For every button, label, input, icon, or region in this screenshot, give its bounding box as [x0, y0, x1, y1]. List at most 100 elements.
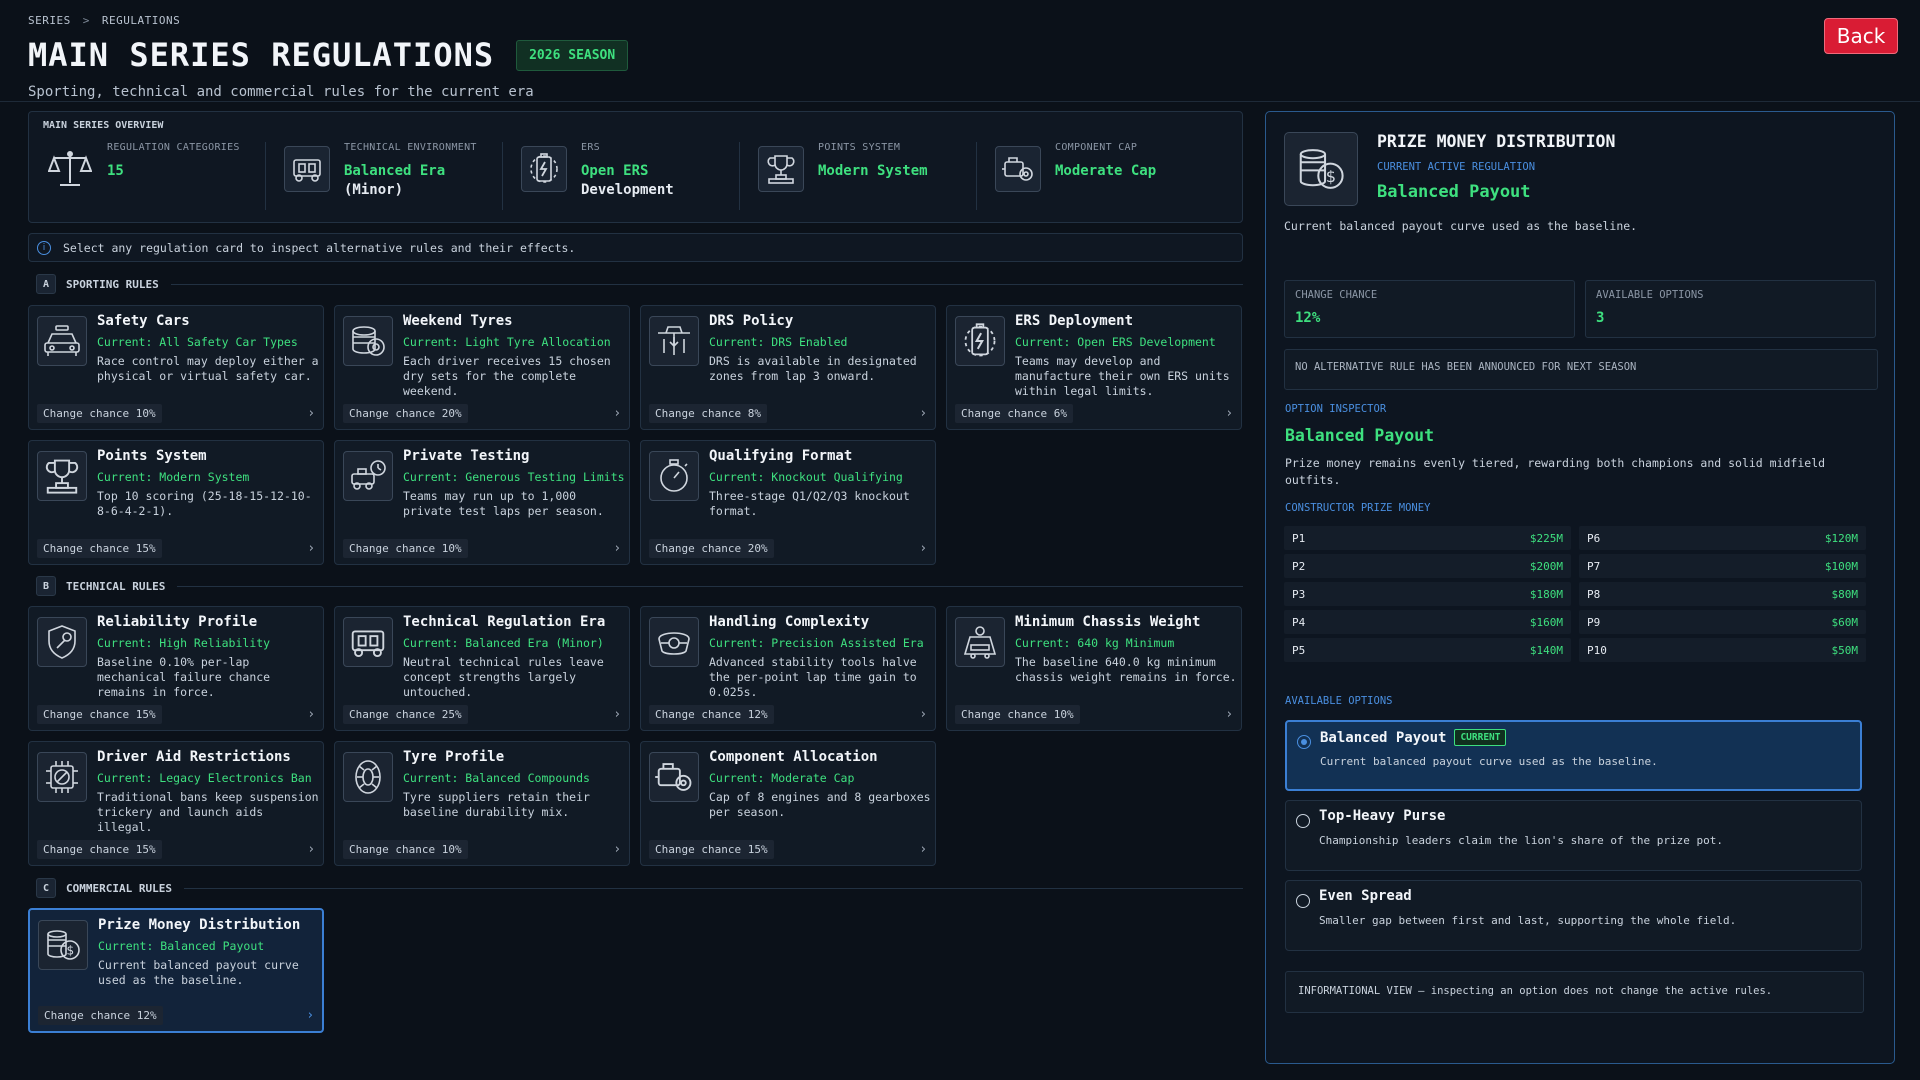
regulation-card-handling-complexity[interactable]: Handling Complexity Current: Precision A… — [640, 606, 936, 731]
change-chance-badge: Change chance 15% — [37, 840, 162, 859]
regulation-card-component-allocation[interactable]: Component Allocation Current: Moderate C… — [640, 741, 936, 866]
option-title: Top-Heavy Purse — [1319, 808, 1446, 824]
steering-wheel-icon — [649, 617, 699, 667]
card-title: Weekend Tyres — [403, 313, 513, 329]
change-chance-badge: Change chance 12% — [649, 705, 774, 724]
card-current: Current: Light Tyre Allocation — [403, 335, 611, 349]
prize-row: P1 $225M — [1284, 526, 1571, 550]
breadcrumb-series[interactable]: SERIES — [28, 14, 71, 27]
option-inspector-label: OPTION INSPECTOR — [1285, 403, 1387, 415]
header-divider — [0, 101, 1920, 102]
detail-active-value: Balanced Payout — [1377, 182, 1531, 202]
option-even-spread[interactable]: Even Spread Smaller gap between first an… — [1285, 880, 1862, 951]
prize-position: P7 — [1587, 559, 1601, 573]
back-button[interactable]: Back — [1824, 18, 1898, 54]
section-title: TECHNICAL RULES — [66, 579, 166, 593]
svg-text:$: $ — [67, 944, 75, 958]
change-chance-stat: CHANGE CHANCE 12% — [1284, 280, 1575, 338]
prize-amount: $200M — [1529, 559, 1563, 573]
overview-value-line2: Development — [581, 182, 674, 198]
chevron-right-icon: › — [307, 1008, 313, 1023]
chevron-right-icon: › — [614, 842, 620, 857]
radio-button[interactable] — [1296, 814, 1310, 828]
card-current: Current: Balanced Payout — [98, 939, 265, 953]
change-chance-badge: Change chance 8% — [649, 404, 767, 423]
option-title: Even Spread — [1319, 888, 1412, 904]
overview-value-line2: (Minor) — [344, 182, 404, 198]
option-inspector-name: Balanced Payout — [1285, 426, 1435, 445]
regulation-card-points-system[interactable]: Points System Current: Modern System Top… — [28, 440, 324, 565]
regulation-card-reliability-profile[interactable]: Reliability Profile Current: High Reliab… — [28, 606, 324, 731]
card-description: The baseline 640.0 kg minimum chassis we… — [1015, 655, 1237, 684]
regulation-card-weekend-tyres[interactable]: Weekend Tyres Current: Light Tyre Alloca… — [334, 305, 630, 430]
radio-button[interactable] — [1296, 894, 1310, 908]
overview-item-points: POINTS SYSTEM Modern System — [740, 142, 977, 210]
card-description: Cap of 8 engines and 8 gearboxes per sea… — [709, 790, 931, 819]
card-current: Current: Generous Testing Limits — [403, 470, 625, 484]
card-title: Driver Aid Restrictions — [97, 749, 291, 765]
regulation-card-private-testing[interactable]: Private Testing Current: Generous Testin… — [334, 440, 630, 565]
radio-button[interactable] — [1297, 735, 1311, 749]
change-chance-badge: Change chance 20% — [343, 404, 468, 423]
regulation-card-driver-aid-restrictions[interactable]: Driver Aid Restrictions Current: Legacy … — [28, 741, 324, 866]
regulation-card-technical-era[interactable]: Technical Regulation Era Current: Balanc… — [334, 606, 630, 731]
money-icon: $ — [38, 920, 88, 970]
card-title: Tyre Profile — [403, 749, 505, 765]
prize-position: P4 — [1292, 615, 1306, 629]
page-subtitle: Sporting, technical and commercial rules… — [28, 84, 534, 100]
overview-value: Modern System — [818, 163, 928, 179]
overview-label: TECHNICAL ENVIRONMENT — [344, 142, 477, 153]
regulation-card-drs-policy[interactable]: DRS Policy Current: DRS Enabled DRS is a… — [640, 305, 936, 430]
card-title: ERS Deployment — [1015, 313, 1134, 329]
prize-amount: $225M — [1529, 531, 1563, 545]
regulation-card-minimum-chassis-weight[interactable]: Minimum Chassis Weight Current: 640 kg M… — [946, 606, 1242, 731]
regulation-card-tyre-profile[interactable]: Tyre Profile Current: Balanced Compounds… — [334, 741, 630, 866]
section-divider — [183, 887, 1243, 889]
prize-position: P6 — [1587, 531, 1601, 545]
chevron-right-icon: › — [1226, 406, 1232, 421]
overview-value: Moderate Cap — [1055, 163, 1157, 179]
regulation-card-ers-deployment[interactable]: ERS Deployment Current: Open ERS Develop… — [946, 305, 1242, 430]
regulation-card-safety-cars[interactable]: Safety Cars Current: All Safety Car Type… — [28, 305, 324, 430]
card-title: Private Testing — [403, 448, 530, 464]
drs-icon — [649, 316, 699, 366]
regulation-card-prize-money[interactable]: $ Prize Money Distribution Current: Bala… — [28, 908, 324, 1033]
info-bar: i Select any regulation card to inspect … — [28, 233, 1243, 262]
testing-icon — [343, 451, 393, 501]
option-balanced-payout[interactable]: Balanced Payout CURRENT Current balanced … — [1285, 720, 1862, 791]
safety-car-icon — [37, 316, 87, 366]
section-header-technical: B TECHNICAL RULES — [28, 576, 1243, 596]
breadcrumb: SERIES > REGULATIONS — [28, 14, 180, 27]
prize-row: P4 $160M — [1284, 610, 1571, 634]
card-current: Current: Knockout Qualifying — [709, 470, 903, 484]
card-description: Baseline 0.10% per-lap mechanical failur… — [97, 655, 271, 699]
prize-row: P2 $200M — [1284, 554, 1571, 578]
prize-row: P7 $100M — [1579, 554, 1866, 578]
card-current: Current: Legacy Electronics Ban — [97, 771, 312, 785]
chevron-right-icon: › — [920, 541, 926, 556]
regulation-card-qualifying-format[interactable]: Qualifying Format Current: Knockout Qual… — [640, 440, 936, 565]
breadcrumb-separator: > — [82, 14, 90, 27]
overview-value: Balanced Era — [344, 163, 446, 179]
chassis-icon — [284, 146, 330, 192]
next-season-notice: NO ALTERNATIVE RULE HAS BEEN ANNOUNCED F… — [1284, 349, 1878, 390]
prize-row: P6 $120M — [1579, 526, 1866, 550]
informational-note: INFORMATIONAL VIEW — inspecting an optio… — [1285, 971, 1864, 1013]
option-description: Championship leaders claim the lion's sh… — [1319, 834, 1723, 847]
stat-label: AVAILABLE OPTIONS — [1596, 289, 1704, 301]
prize-position: P5 — [1292, 643, 1306, 657]
card-current: Current: All Safety Car Types — [97, 335, 298, 349]
card-description: Tyre suppliers retain their baseline dur… — [403, 790, 590, 819]
prize-money-label: CONSTRUCTOR PRIZE MONEY — [1285, 502, 1431, 514]
overview-item-ers: ERS Open ERS Development — [503, 142, 740, 210]
card-description: Teams may run up to 1,000 private test l… — [403, 489, 604, 518]
prize-position: P2 — [1292, 559, 1306, 573]
card-current: Current: Precision Assisted Era — [709, 636, 924, 650]
card-current: Current: Moderate Cap — [709, 771, 855, 785]
chevron-right-icon: › — [308, 406, 314, 421]
prize-amount: $180M — [1529, 587, 1563, 601]
option-top-heavy-purse[interactable]: Top-Heavy Purse Championship leaders cla… — [1285, 800, 1862, 871]
section-title: COMMERCIAL RULES — [66, 881, 172, 895]
section-header-sporting: A SPORTING RULES — [28, 274, 1243, 294]
info-text: Select any regulation card to inspect al… — [63, 240, 576, 255]
